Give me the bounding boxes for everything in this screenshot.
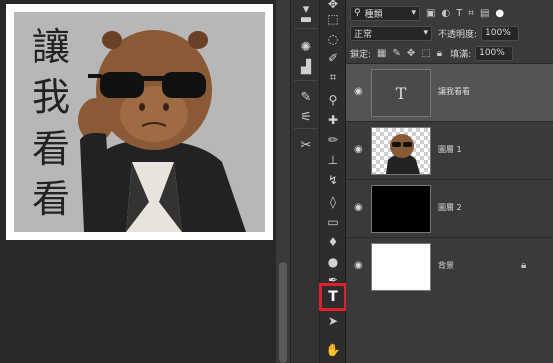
filter-toggle-icon[interactable]: ● [495, 8, 504, 19]
divider [294, 80, 318, 81]
divider [294, 128, 318, 129]
layer-name[interactable]: 背景 [438, 260, 454, 271]
crop-icon[interactable]: ⌗ [323, 67, 343, 87]
search-icon: ⚲ [354, 8, 361, 18]
layer-name[interactable]: 圖層 2 [438, 202, 462, 213]
layer-row[interactable]: ◉ T 讓我看看 [346, 63, 553, 121]
path-select-icon[interactable]: ➤ [323, 311, 343, 331]
layers-list: ◉ T 讓我看看 ◉ 圖層 1 ◉ 圖層 2 ◉ 背景 🔒︎ [346, 63, 553, 363]
type-icon[interactable]: T [319, 283, 347, 311]
shape-filter-icon[interactable]: ⌗ [468, 8, 474, 19]
pixel-filter-icon[interactable]: ▣ [426, 8, 435, 19]
adjustment-filter-icon[interactable]: ◐ [441, 8, 450, 19]
layer-filter-row: ⚲ 種類 ▾ ▣ ◐ T ⌗ ▤ ● [346, 4, 553, 22]
visibility-eye-icon[interactable]: ◉ [354, 86, 368, 98]
opacity-input[interactable]: 100% [481, 25, 520, 41]
layers-panel: ⚲ 種類 ▾ ▣ ◐ T ⌗ ▤ ● 正常 ▾ 不透明度: 100% 鎖定: ▦… [346, 0, 553, 363]
handwritten-char-3: 看 [32, 127, 70, 171]
handwritten-char-4: 看 [32, 177, 70, 221]
layer-kind-filter[interactable]: ⚲ 種類 ▾ [350, 5, 420, 21]
history-brush-icon[interactable]: ↯ [323, 170, 343, 190]
lock-artboard-icon[interactable]: ⬚ [421, 48, 430, 59]
layer-row[interactable]: ◉ 背景 🔒︎ [346, 237, 553, 295]
artwork: 讓 我 看 看 [14, 12, 265, 232]
layer-row[interactable]: ◉ 圖層 2 [346, 179, 553, 237]
dodge-icon[interactable]: ● [323, 252, 343, 272]
brush-icon[interactable]: ✏ [323, 130, 343, 150]
handwritten-text: 讓 我 看 看 [32, 25, 70, 221]
layer-thumbnail [371, 243, 431, 291]
lock-row: 鎖定: ▦ ✎ ✥ ⬚ 🔒︎ 填滿: 100% [346, 44, 553, 62]
hand-icon[interactable]: ✋ [323, 340, 343, 360]
comment-icon[interactable]: ▬ [296, 10, 316, 28]
marquee-icon[interactable]: ⬚ [323, 9, 343, 29]
filter-label: 種類 [364, 9, 383, 20]
document-canvas[interactable]: 讓 我 看 看 [6, 4, 273, 240]
eraser-icon[interactable]: ◊ [323, 192, 343, 212]
visibility-eye-icon[interactable]: ◉ [354, 260, 368, 272]
photoshop-window: 讓 我 看 看 ▾ ▬ ✺ ▟ ✎ ⚟ ✂ ✥ ⬚ ◌ ✐ ⌗ ⚲ ✚ ✏ ⊥ … [0, 0, 553, 363]
scrollbar-thumb[interactable] [279, 262, 287, 363]
handwritten-char-1: 讓 [32, 25, 70, 69]
fill-value: 100% [479, 48, 505, 58]
visibility-eye-icon[interactable]: ◉ [354, 202, 368, 214]
tools-icon[interactable]: ✂ [296, 136, 316, 154]
eyedropper-icon[interactable]: ⚲ [323, 90, 343, 110]
blur-icon[interactable]: ♦ [323, 232, 343, 252]
type-filter-icon[interactable]: T [456, 8, 462, 19]
lock-all-icon[interactable]: 🔒︎ [437, 48, 442, 59]
navigator-icon[interactable]: ✺ [296, 38, 316, 56]
fill-input[interactable]: 100% [475, 45, 514, 61]
quick-select-icon[interactable]: ✐ [323, 48, 343, 68]
fill-label: 填滿: [450, 49, 472, 60]
layer-thumbnail: T [371, 69, 431, 117]
layer-thumbnail [371, 185, 431, 233]
chevron-down-icon: ▾ [423, 28, 428, 38]
visibility-eye-icon[interactable]: ◉ [354, 144, 368, 156]
brushes-icon[interactable]: ✎ [296, 88, 316, 106]
tools-panel: ✥ ⬚ ◌ ✐ ⌗ ⚲ ✚ ✏ ⊥ ↯ ◊ ▭ ♦ ● ✒ T ➤ ✋ [319, 0, 347, 363]
healing-icon[interactable]: ✚ [323, 110, 343, 130]
lock-label: 鎖定: [350, 49, 372, 60]
gradient-icon[interactable]: ▭ [323, 212, 343, 232]
histogram-icon[interactable]: ▟ [296, 58, 316, 76]
blend-row: 正常 ▾ 不透明度: 100% [346, 24, 553, 42]
lock-pixels-icon[interactable]: ✎ [393, 48, 401, 59]
handwritten-char-2: 我 [32, 75, 70, 119]
capybara-thumb-icon [386, 134, 420, 174]
blend-mode-value: 正常 [354, 29, 373, 40]
blend-mode-select[interactable]: 正常 ▾ [350, 25, 432, 41]
vertical-scrollbar[interactable] [276, 0, 290, 363]
layer-name[interactable]: 圖層 1 [438, 144, 462, 155]
opacity-label: 不透明度: [438, 29, 478, 40]
layer-row[interactable]: ◉ 圖層 1 [346, 121, 553, 179]
stamp-icon[interactable]: ⊥ [323, 150, 343, 170]
lock-transparency-icon[interactable]: ▦ [377, 48, 386, 59]
collapsed-panels-strip: ▾ ▬ ✺ ▟ ✎ ⚟ ✂ [290, 0, 320, 363]
layer-name[interactable]: 讓我看看 [438, 86, 470, 97]
lock-position-icon[interactable]: ✥ [407, 48, 415, 59]
adjust-icon[interactable]: ⚟ [296, 108, 316, 126]
chevron-down-icon: ▾ [411, 8, 416, 18]
smart-object-filter-icon[interactable]: ▤ [480, 8, 489, 19]
opacity-value: 100% [485, 28, 511, 38]
layer-thumbnail [371, 127, 431, 175]
divider [294, 28, 318, 29]
lasso-icon[interactable]: ◌ [323, 29, 343, 49]
capybara-illustration: 讓 我 看 看 [32, 25, 246, 232]
canvas-area[interactable]: 讓 我 看 看 [0, 0, 276, 363]
lock-icon: 🔒︎ [521, 260, 527, 271]
